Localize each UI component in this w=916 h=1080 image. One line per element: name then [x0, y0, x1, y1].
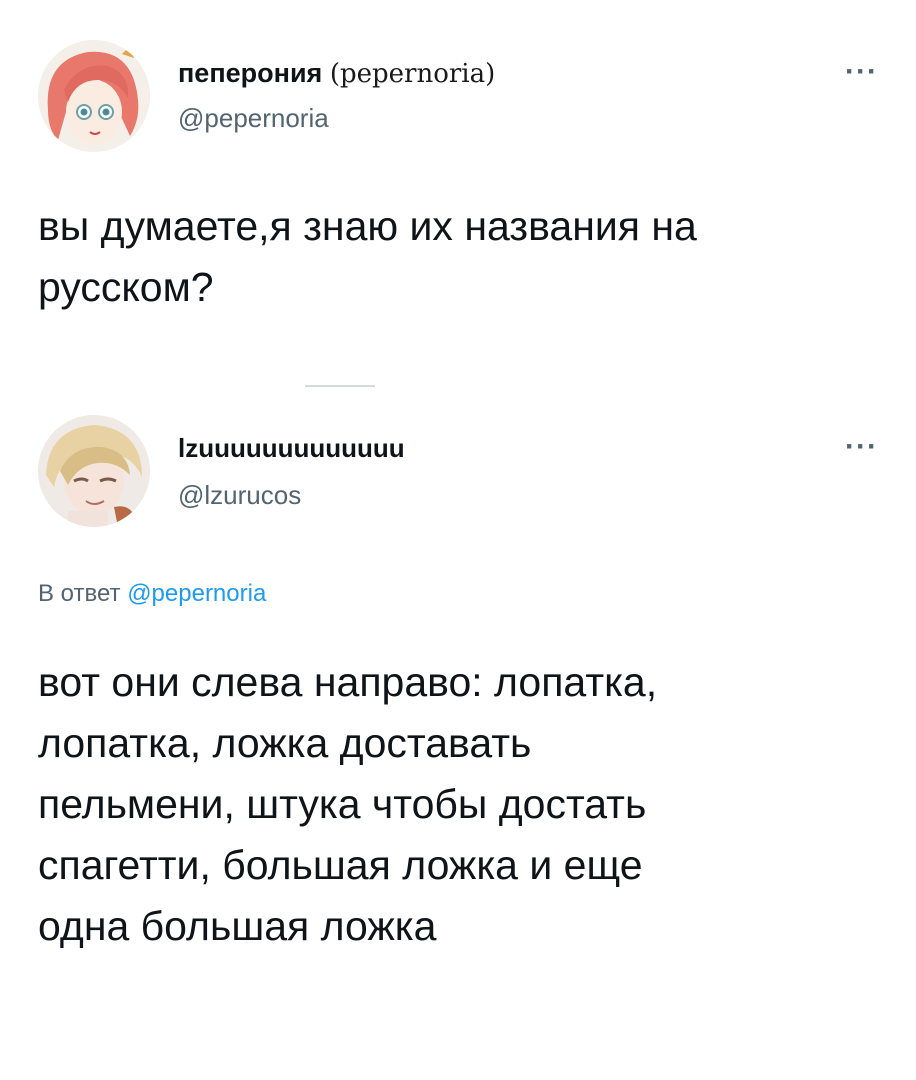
- user-handle[interactable]: @lzurucos: [178, 480, 301, 511]
- display-name[interactable]: lzuuuuuuuuuuuuu: [178, 433, 405, 464]
- reply-mention-link[interactable]: @pepernoria: [127, 580, 266, 607]
- user-avatar[interactable]: [38, 415, 150, 527]
- reply-context: В ответ @pepernoria: [38, 580, 266, 608]
- more-options-icon[interactable]: ···: [845, 432, 878, 462]
- reply-prefix: В ответ: [38, 580, 121, 607]
- tweet-reply: lzuuuuuuuuuuuuu @lzurucos ··· В ответ @p…: [0, 0, 916, 1080]
- tweet-text: вот они слева направо: лопатка, лопатка,…: [38, 659, 658, 949]
- anime-boy-avatar-icon: [38, 415, 150, 527]
- display-name-text: lzuuuuuuuuuuuuu: [178, 433, 405, 463]
